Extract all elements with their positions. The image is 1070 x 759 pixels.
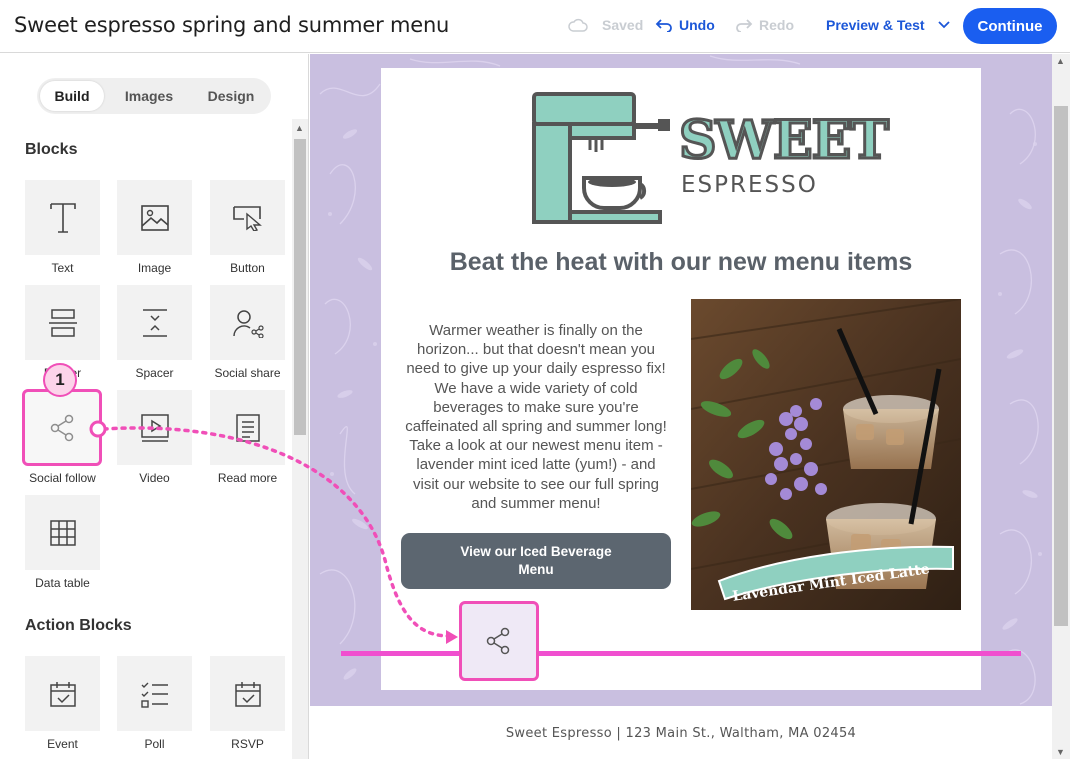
social-follow-drop-target[interactable] [459,601,539,681]
drag-start-handle [89,420,107,438]
share-icon [486,627,510,655]
drag-arrow-icon [446,630,458,644]
drop-indicator-line [341,651,1021,656]
